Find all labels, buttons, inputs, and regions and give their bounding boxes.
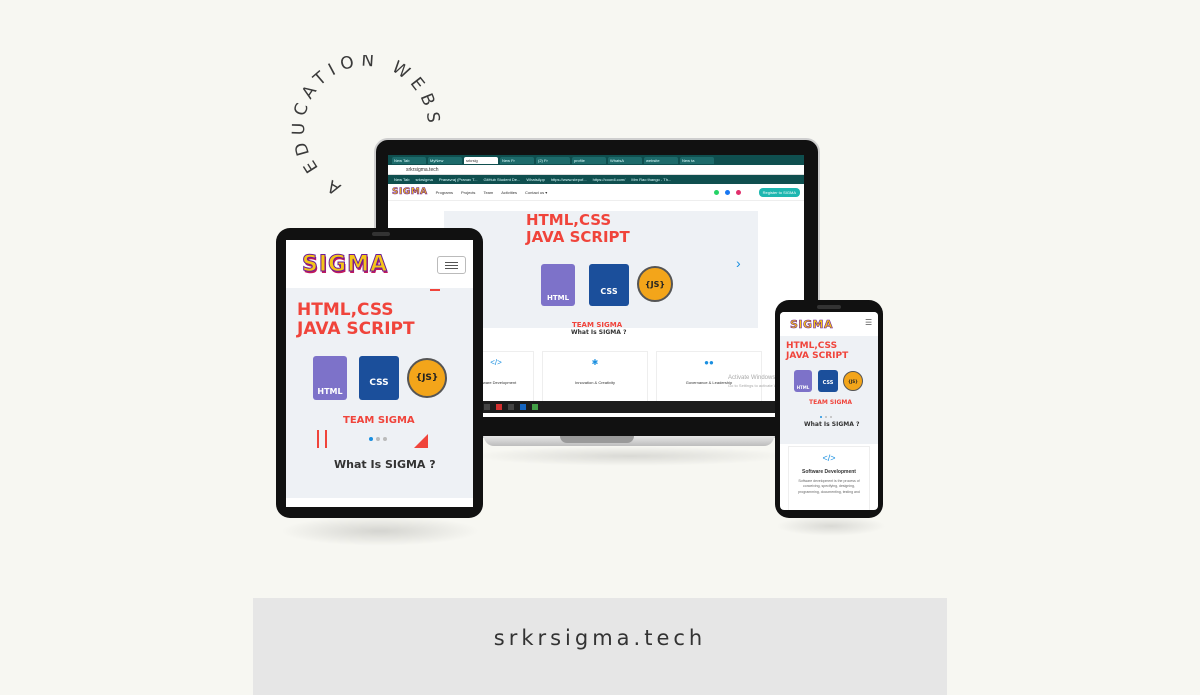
site-navbar: SIGMA Programs Projects Team Activities … xyxy=(388,184,804,201)
js-gear-icon: {JS} xyxy=(843,371,863,391)
hero-title-line1: HTML,CSS xyxy=(526,211,612,229)
carousel-next-icon[interactable]: › xyxy=(736,255,741,271)
hamburger-icon[interactable]: ☰ xyxy=(865,318,872,327)
browser-tab[interactable]: MyNew xyxy=(428,156,462,164)
phone-header: SIGMA ☰ xyxy=(780,312,878,336)
feature-cards: </> Software Development ✱ Innovation & … xyxy=(458,351,762,403)
carousel-dots[interactable] xyxy=(820,416,832,418)
tablet-shadow xyxy=(280,516,480,546)
code-icon: </> xyxy=(822,453,836,463)
nav-contact[interactable]: Contact us ▾ xyxy=(525,190,547,195)
hero-title-line1: HTML,CSS xyxy=(786,341,838,351)
users-icon: ●● xyxy=(704,358,714,367)
taskbar-icon[interactable] xyxy=(508,404,514,410)
bookmark-item[interactable]: https://coordl.com/ xyxy=(593,177,626,182)
browser-tab[interactable]: profile xyxy=(572,156,606,164)
feature-title: Software Development xyxy=(802,469,856,475)
deco-squiggle xyxy=(317,430,327,448)
site-url: srkrsigma.tech xyxy=(493,626,707,650)
tablet-screen: SIGMA HTML,CSS JAVA SCRIPT HTML CSS {JS}… xyxy=(286,240,473,507)
address-text: srkrsigma.tech xyxy=(406,166,439,173)
what-is-heading: What Is SIGMA ? xyxy=(804,421,860,428)
deco-dash xyxy=(430,289,440,291)
phone-hero: HTML,CSS JAVA SCRIPT HTML CSS {JS} TEAM … xyxy=(780,336,878,444)
footer-band: srkrsigma.tech xyxy=(253,598,947,695)
social-icons xyxy=(713,189,741,195)
nav-programs[interactable]: Programs xyxy=(436,190,453,195)
phone-speaker xyxy=(817,305,841,309)
browser-tab[interactable]: New Tab xyxy=(392,156,426,164)
feature-card-innovation[interactable]: ✱ Innovation & Creativity xyxy=(542,351,648,403)
activate-windows-text: Activate Windows xyxy=(728,375,776,381)
hero-carousel: HTML,CSS JAVA SCRIPT HTML CSS {JS} TEAM … xyxy=(444,211,758,329)
chrome-icon[interactable] xyxy=(532,404,538,410)
bookmark-item[interactable]: Mm Rao thango - Th... xyxy=(631,177,671,182)
phone-logo[interactable]: SIGMA xyxy=(790,318,833,332)
css-icon: CSS xyxy=(818,370,838,392)
vscode-icon[interactable] xyxy=(520,404,526,410)
bookmark-item[interactable]: WhatsApp xyxy=(526,177,544,182)
hero-title-line1: HTML,CSS xyxy=(297,300,394,320)
carousel-dots[interactable] xyxy=(369,437,387,441)
hero-team-label: TEAM SIGMA xyxy=(572,321,623,329)
css-icon: CSS xyxy=(359,356,399,400)
hero-title-line2: JAVA SCRIPT xyxy=(786,351,849,361)
browser-tab-active[interactable]: srkrsig xyxy=(464,156,498,164)
bookmark-item[interactable]: GitHub Student De... xyxy=(483,177,520,182)
browser-tab[interactable]: New ta xyxy=(680,156,714,164)
asterisk-icon: ✱ xyxy=(591,358,599,367)
what-is-heading: What Is SIGMA ? xyxy=(334,458,436,471)
html-icon: HTML xyxy=(541,264,575,306)
browser-tab[interactable]: website xyxy=(644,156,678,164)
phone-shadow xyxy=(776,516,886,536)
nav-team[interactable]: Team xyxy=(483,190,493,195)
browser-tab[interactable]: WhatsA xyxy=(608,156,642,164)
what-is-heading: What Is SIGMA ? xyxy=(571,329,627,336)
laptop-shadow xyxy=(470,446,790,466)
hero-title-line2: JAVA SCRIPT xyxy=(297,319,415,339)
feature-text: Software development is the process of c… xyxy=(798,479,860,494)
phone-screen: SIGMA ☰ HTML,CSS JAVA SCRIPT HTML CSS {J… xyxy=(780,312,878,510)
bookmarks-bar: New Tab srkrsigma Pranavraj (Pranav T...… xyxy=(388,175,804,184)
hero-team-label: TEAM SIGMA xyxy=(809,399,852,406)
register-button[interactable]: Register to SIGMA xyxy=(758,187,800,197)
tablet-logo[interactable]: SIGMA xyxy=(301,252,388,278)
html-icon: HTML xyxy=(794,370,812,392)
tablet-hero: HTML,CSS JAVA SCRIPT HTML CSS {JS} TEAM … xyxy=(286,288,473,498)
js-gear-icon: {JS} xyxy=(637,266,673,302)
bookmark-item[interactable]: New Tab xyxy=(394,177,410,182)
js-gear-icon: {JS} xyxy=(407,358,447,398)
hero-team-label: TEAM SIGMA xyxy=(343,415,415,426)
laptop-notch xyxy=(560,436,634,443)
nav-projects[interactable]: Projects xyxy=(461,190,475,195)
browser-tabbar: New Tab MyNew srkrsig New Fr (2) Fr prof… xyxy=(388,155,804,165)
instagram-icon[interactable] xyxy=(735,189,741,195)
facebook-icon[interactable] xyxy=(724,189,730,195)
tablet-mockup: SIGMA HTML,CSS JAVA SCRIPT HTML CSS {JS}… xyxy=(276,228,483,518)
deco-triangle xyxy=(414,434,428,448)
css-icon: CSS xyxy=(589,264,629,306)
phone-mockup: SIGMA ☰ HTML,CSS JAVA SCRIPT HTML CSS {J… xyxy=(775,300,883,518)
address-bar[interactable]: srkrsigma.tech xyxy=(388,165,804,175)
phone-feature-card[interactable]: </> Software Development Software develo… xyxy=(788,446,870,510)
hero-title-line2: JAVA SCRIPT xyxy=(526,228,630,246)
whatsapp-icon[interactable] xyxy=(713,189,719,195)
html-icon: HTML xyxy=(313,356,347,400)
bookmark-item[interactable]: https://www.stepof... xyxy=(551,177,587,182)
nav-activities[interactable]: Activities xyxy=(501,190,517,195)
tablet-header: SIGMA xyxy=(286,240,473,288)
hamburger-menu-button[interactable] xyxy=(437,256,466,274)
taskbar-icon[interactable] xyxy=(484,404,490,410)
code-icon: </> xyxy=(490,358,502,367)
tablet-camera xyxy=(372,232,390,236)
taskbar-icon[interactable] xyxy=(496,404,502,410)
bookmark-item[interactable]: Pranavraj (Pranav T... xyxy=(439,177,478,182)
feature-title: Innovation & Creativity xyxy=(574,380,616,385)
browser-tab[interactable]: New Fr xyxy=(500,156,534,164)
bookmark-item[interactable]: srkrsigma xyxy=(416,177,433,182)
browser-tab[interactable]: (2) Fr xyxy=(536,156,570,164)
site-logo[interactable]: SIGMA xyxy=(392,187,428,198)
